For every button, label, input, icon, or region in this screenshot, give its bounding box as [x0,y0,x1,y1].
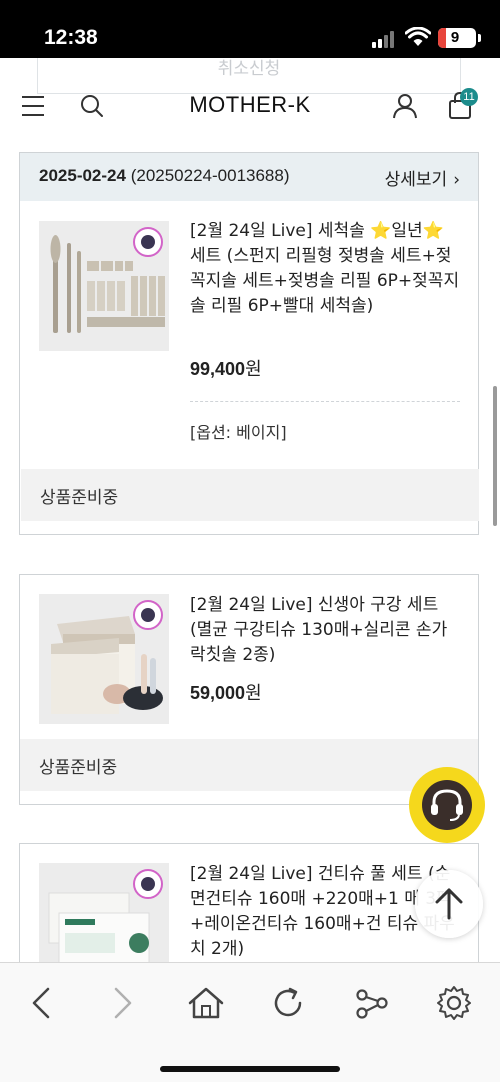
wifi-icon [405,27,431,46]
live-badge-icon [133,600,163,630]
brand-logo[interactable]: MOTHER-K [0,92,500,118]
order-detail-label: 상세보기 [384,170,448,190]
order-number: (20250224-0013688) [130,166,290,185]
order-detail-link[interactable]: 상세보기 › [385,165,460,190]
shipping-status-bar: 상품준비중 [20,739,478,791]
order-header: 2025-02-24 (20250224-0013688) 상세보기 › [20,153,478,201]
status-time: 12:38 [44,26,98,49]
forward-icon[interactable] [100,981,144,1025]
chat-support-button[interactable] [409,767,485,843]
page-scrollbar[interactable] [493,386,497,526]
status-bar: 12:38 [0,0,500,58]
order-date: 2025-02-24 [39,166,126,185]
cart-count-badge: 11 [460,88,478,106]
scroll-to-top-button[interactable] [415,870,483,938]
shipping-status: 상품준비중 [39,758,118,778]
home-indicator [160,1066,340,1072]
product-name[interactable]: [2월 24일 Live] 세척솔 ⭐️일년⭐️ 세트 (스펀지 리필형 젖병솔… [190,219,462,319]
cancel-request-button[interactable]: 취소신청 [37,58,461,94]
chevron-right-icon: › [453,170,460,190]
battery-icon: 9 [438,28,476,48]
back-icon[interactable] [20,981,64,1025]
product-image[interactable] [39,594,169,724]
shipping-status-bar: 상품준비중 [21,469,479,521]
product-image[interactable] [39,221,169,351]
product-price: 99,400원 [190,355,262,381]
battery-level: 9 [450,29,460,46]
reload-icon[interactable] [266,981,310,1025]
product-option: [옵션: 베이지] [190,423,287,442]
live-badge-icon [133,869,163,899]
order-date-line: 2025-02-24 (20250224-0013688) [39,166,290,186]
product-name[interactable]: [2월 24일 Live] 신생아 구강 세트 (멸균 구강티슈 130매+실리… [190,593,462,668]
order-card: 2025-02-24 (20250224-0013688) 상세보기 › [2월 … [19,152,479,535]
product-price: 59,000원 [190,679,262,705]
share-icon[interactable] [350,981,394,1025]
battery-tip [478,34,481,42]
price-amount: 59,000 [190,683,246,703]
price-amount: 99,400 [190,359,246,379]
settings-icon[interactable] [432,981,476,1025]
shipping-status: 상품준비중 [40,488,119,508]
home-icon[interactable] [184,981,228,1025]
price-unit: 원 [245,683,262,703]
cellular-signal-icon [372,30,398,48]
divider [190,401,460,402]
user-icon[interactable] [392,93,418,119]
arrow-up-icon [435,888,463,920]
price-unit: 원 [245,359,262,379]
headset-icon [422,780,472,830]
live-badge-icon [133,227,163,257]
order-item-card: [2월 24일 Live] 신생아 구강 세트 (멸균 구강티슈 130매+실리… [19,574,479,805]
browser-toolbar [0,962,500,1082]
